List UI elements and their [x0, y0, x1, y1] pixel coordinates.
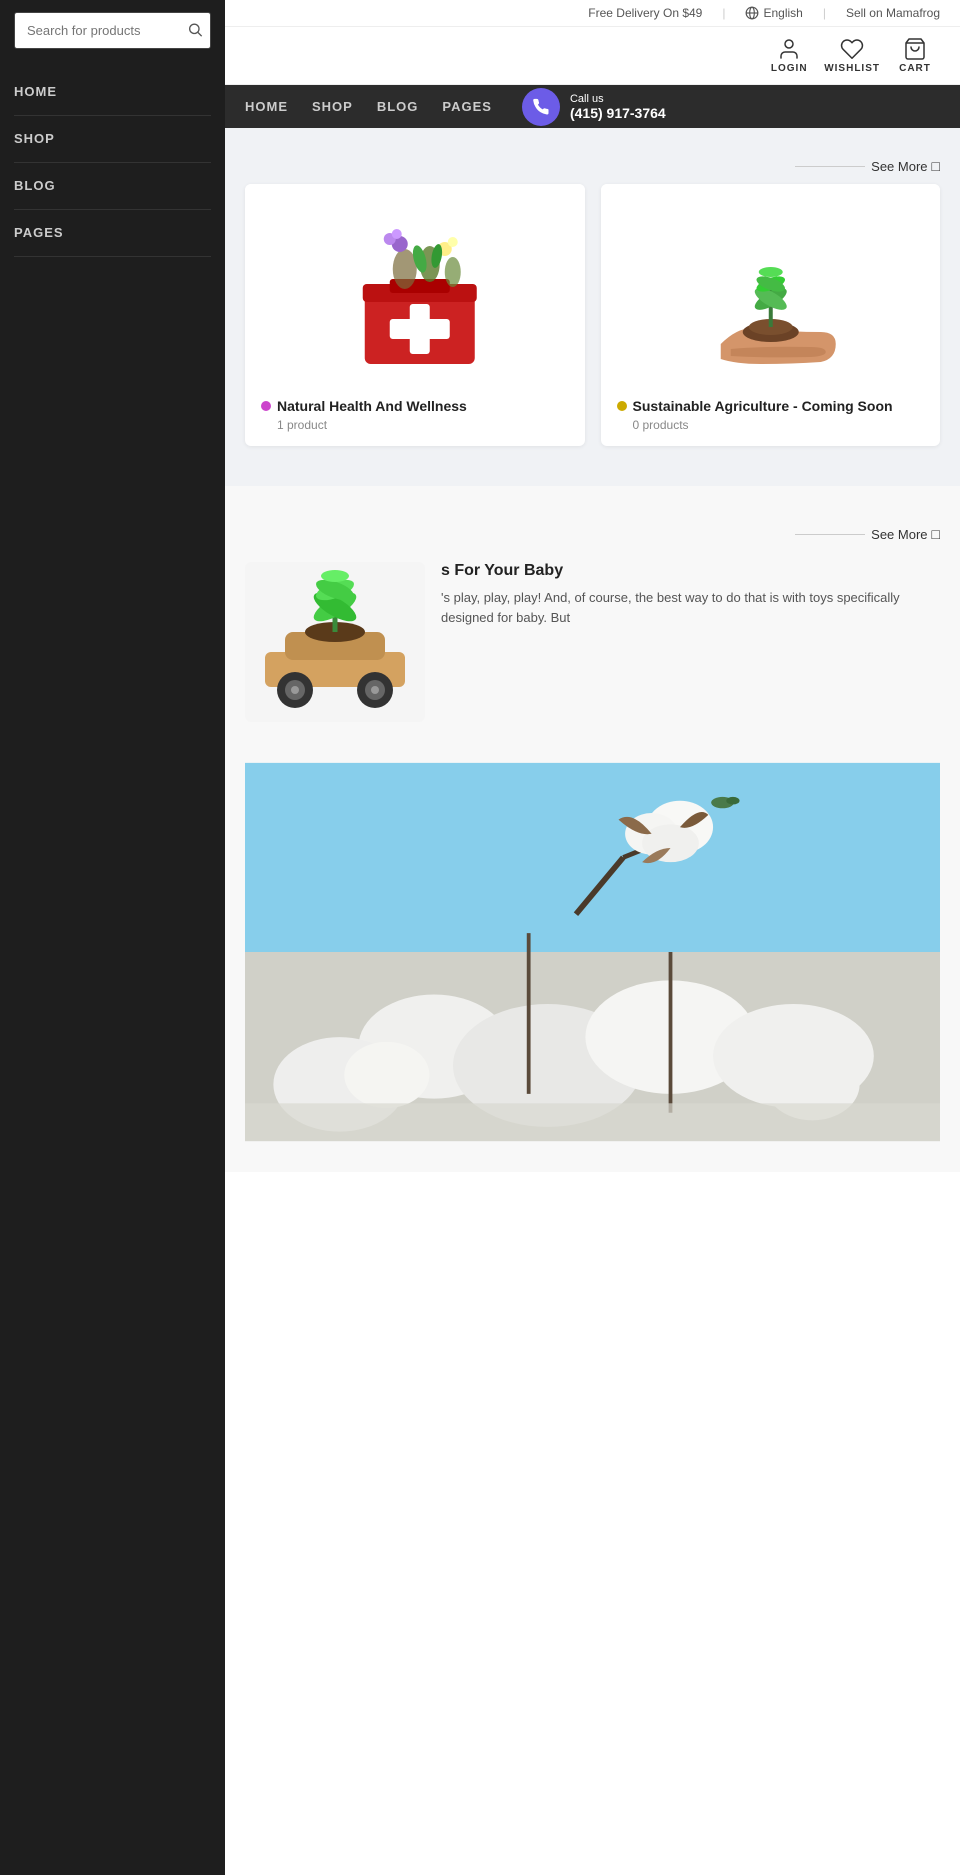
category-name-agriculture: Sustainable Agriculture - Coming Soon: [633, 398, 893, 414]
arrow-icon-2: □: [932, 526, 940, 542]
sidebar-link-blog[interactable]: BLOG: [14, 178, 56, 193]
sidebar-search-container: [14, 12, 211, 49]
delivery-text: Free Delivery On $49: [588, 6, 702, 20]
login-button[interactable]: LOGIN: [764, 37, 814, 74]
main-content: Free Delivery On $49 | English | Sell on…: [225, 0, 960, 1875]
see-more-label-2: See More: [871, 527, 927, 542]
cotton-image-block: [245, 752, 940, 1152]
blog-excerpt-baby: 's play, play, play! And, of course, the…: [441, 588, 940, 627]
nav-link-blog[interactable]: BLOG: [377, 99, 419, 114]
sidebar-item-shop[interactable]: SHOP: [14, 116, 211, 163]
call-us-section: Call us (415) 917-3764: [522, 88, 666, 126]
toy-car-illustration: [245, 562, 425, 722]
arrow-icon-1: □: [932, 158, 940, 174]
blog-image-baby: [245, 562, 425, 722]
see-more-row-1: See More □: [245, 148, 940, 184]
phone-icon: [532, 98, 550, 116]
category-card-body-health: Natural Health And Wellness 1 product: [245, 384, 585, 446]
top-bar: Free Delivery On $49 | English | Sell on…: [225, 0, 960, 27]
sidebar-item-blog[interactable]: BLOG: [14, 163, 211, 210]
see-more-link-1[interactable]: See More □: [871, 158, 940, 174]
see-more-line-2: [795, 534, 865, 535]
search-icon: [187, 21, 203, 37]
wishlist-label: WISHLIST: [824, 63, 880, 74]
sidebar-nav: HOME SHOP BLOG PAGES: [0, 69, 225, 257]
category-title-health: Natural Health And Wellness: [261, 398, 569, 414]
divider-1: |: [722, 6, 725, 20]
first-aid-illustration: [245, 184, 585, 384]
sidebar-link-shop[interactable]: SHOP: [14, 131, 55, 146]
cart-button[interactable]: CART: [890, 37, 940, 74]
language-selector[interactable]: English: [745, 6, 802, 20]
sell-link[interactable]: Sell on Mamafrog: [846, 6, 940, 20]
call-label: Call us: [570, 93, 666, 105]
category-count-health: 1 product: [261, 418, 569, 432]
see-more-link-2[interactable]: See More □: [871, 526, 940, 542]
nav-bar: HOME SHOP BLOG PAGES Call us (415) 917-3…: [225, 85, 960, 128]
sidebar-link-pages[interactable]: PAGES: [14, 225, 64, 240]
blog-article-baby: s For Your Baby 's play, play, play! And…: [245, 552, 940, 732]
see-more-row-2: See More □: [245, 516, 940, 552]
divider-2: |: [823, 6, 826, 20]
sidebar-item-pages[interactable]: PAGES: [14, 210, 211, 257]
category-card-body-agriculture: Sustainable Agriculture - Coming Soon 0 …: [601, 384, 941, 446]
category-grid-1: Natural Health And Wellness 1 product: [245, 184, 940, 466]
phone-number: (415) 917-3764: [570, 105, 666, 121]
globe-icon: [745, 6, 759, 20]
sidebar-overlay: ✕ HOME SHOP BLOG PAGES: [0, 0, 225, 1875]
blog-text-baby: s For Your Baby 's play, play, play! And…: [441, 562, 940, 722]
category-dot-agriculture: [617, 401, 627, 411]
category-count-agriculture: 0 products: [617, 418, 925, 432]
nav-link-pages[interactable]: PAGES: [442, 99, 492, 114]
category-card-agriculture[interactable]: Sustainable Agriculture - Coming Soon 0 …: [601, 184, 941, 446]
see-more-label-1: See More: [871, 159, 927, 174]
categories-section-2: See More □: [225, 486, 960, 1172]
category-name-health: Natural Health And Wellness: [277, 398, 467, 414]
category-card-health[interactable]: Natural Health And Wellness 1 product: [245, 184, 585, 446]
cart-label: CART: [899, 63, 931, 74]
cart-icon: [903, 37, 927, 61]
wishlist-button[interactable]: WISHLIST: [824, 37, 880, 74]
header-icons: LOGIN WISHLIST CART: [225, 27, 960, 85]
categories-section-1: See More □: [225, 128, 960, 486]
sidebar-link-home[interactable]: HOME: [14, 84, 57, 99]
see-more-line: [795, 166, 865, 167]
language-label: English: [763, 6, 802, 20]
hand-plant-illustration: [601, 184, 941, 384]
nav-link-home[interactable]: HOME: [245, 99, 288, 114]
blog-title-baby: s For Your Baby: [441, 562, 940, 580]
nav-links: HOME SHOP BLOG PAGES: [245, 85, 492, 128]
category-image-health: [245, 184, 585, 384]
cotton-field-illustration: [245, 752, 940, 1152]
category-title-agriculture: Sustainable Agriculture - Coming Soon: [617, 398, 925, 414]
call-info: Call us (415) 917-3764: [570, 93, 666, 121]
heart-icon: [840, 37, 864, 61]
search-submit-button[interactable]: [187, 21, 203, 40]
login-label: LOGIN: [771, 63, 808, 74]
category-dot-health: [261, 401, 271, 411]
search-input[interactable]: [14, 12, 211, 49]
nav-link-shop[interactable]: SHOP: [312, 99, 353, 114]
sidebar-item-home[interactable]: HOME: [14, 69, 211, 116]
category-image-agriculture: [601, 184, 941, 384]
user-icon: [777, 37, 801, 61]
call-button[interactable]: [522, 88, 560, 126]
